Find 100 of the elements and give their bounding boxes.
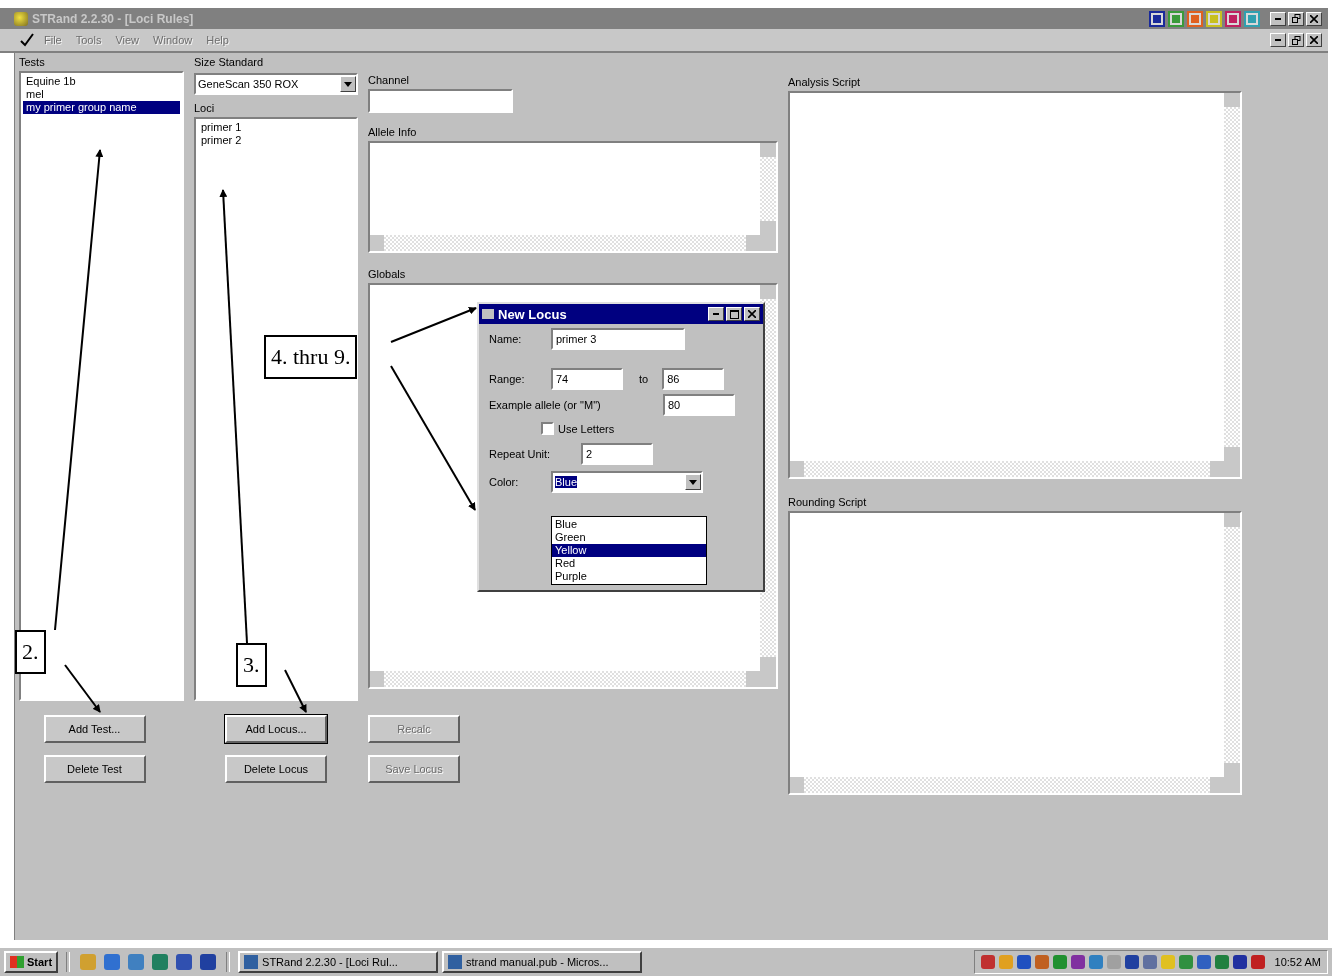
close-button[interactable]	[1306, 11, 1322, 26]
repeat-unit-field[interactable]: 2	[581, 443, 653, 465]
globals-label: Globals	[368, 267, 407, 282]
tests-label: Tests	[19, 55, 46, 70]
repeat-unit-label: Repeat Unit:	[489, 448, 552, 460]
close-icon	[1310, 14, 1318, 23]
annotation-arrow	[64, 664, 101, 713]
checkmark-icon	[20, 33, 34, 47]
channel-label: Channel	[368, 73, 410, 88]
maximize-button[interactable]	[726, 307, 742, 321]
scrollbar[interactable]	[760, 143, 776, 235]
restore-button[interactable]	[1288, 11, 1304, 26]
minimize-icon	[1275, 39, 1281, 41]
app-icon	[244, 955, 259, 969]
app-icon	[448, 955, 463, 969]
quick-launch-icon[interactable]	[176, 954, 193, 970]
close-icon	[1310, 36, 1318, 44]
scrollbar[interactable]	[1224, 93, 1240, 461]
list-item[interactable]: Equine 1b	[23, 75, 180, 88]
clock: 10:52 AM	[1274, 956, 1321, 968]
use-letters-label: Use Letters	[558, 422, 615, 435]
allele-info-label: Allele Info	[368, 125, 418, 140]
dropdown-option[interactable]: Green	[552, 531, 706, 544]
name-field[interactable]: primer 3	[551, 328, 685, 350]
range-label: Range:	[489, 373, 526, 385]
list-item[interactable]: mel	[23, 88, 180, 101]
analysis-script-label: Analysis Script	[788, 75, 862, 90]
scrollbar[interactable]	[370, 235, 776, 251]
quick-launch-icon[interactable]	[104, 954, 121, 970]
name-label: Name:	[489, 333, 523, 345]
maximize-icon	[729, 309, 739, 319]
loci-label: Loci	[194, 101, 216, 116]
allele-info-area[interactable]	[368, 141, 778, 253]
tray-icon[interactable]	[980, 955, 995, 969]
callout-label: 3.	[236, 643, 267, 687]
quick-launch-icon[interactable]	[128, 954, 145, 970]
rounding-script-area[interactable]	[788, 511, 1242, 795]
minimize-icon	[1275, 17, 1281, 20]
dropdown-option[interactable]: Yellow	[552, 544, 706, 557]
dropdown-option[interactable]: Purple	[552, 570, 706, 583]
close-icon	[748, 310, 756, 318]
scrollbar[interactable]	[790, 777, 1240, 793]
example-allele-label: Example allele (or "M")	[489, 399, 602, 411]
list-item[interactable]: my primer group name	[23, 101, 180, 114]
minimize-button[interactable]	[1270, 33, 1286, 47]
close-button[interactable]	[1306, 33, 1322, 47]
callout-label: 2.	[15, 630, 46, 674]
example-allele-field[interactable]: 80	[663, 394, 735, 416]
channel-field[interactable]	[368, 89, 513, 113]
restore-button[interactable]	[1288, 33, 1304, 47]
minimize-button[interactable]	[708, 307, 724, 321]
dropdown-option[interactable]: Blue	[552, 518, 706, 531]
tray-icon[interactable]	[1232, 955, 1247, 969]
list-item[interactable]: primer 1	[198, 121, 354, 134]
color-dropdown[interactable]: Blue	[551, 471, 703, 493]
window-icon	[482, 309, 494, 319]
tray-icon[interactable]	[1016, 955, 1031, 969]
checkbox[interactable]	[541, 422, 554, 435]
dropdown-option[interactable]: Red	[552, 557, 706, 570]
push-button[interactable]: Add Test...	[43, 715, 146, 743]
size-standard-dropdown[interactable]: GeneScan 350 ROX	[194, 73, 358, 95]
restore-icon	[1291, 35, 1301, 45]
push-button[interactable]: Delete Locus	[225, 755, 327, 783]
size-standard-label: Size Standard	[194, 55, 265, 70]
scrollbar[interactable]	[370, 671, 776, 687]
toolbar-icon[interactable]	[1225, 10, 1241, 27]
minimize-icon	[713, 313, 719, 315]
start-button[interactable]: Start	[4, 951, 59, 973]
toolbar-icon[interactable]	[1149, 10, 1165, 27]
dropdown-arrow-icon	[344, 81, 352, 87]
tray-icon[interactable]	[1070, 955, 1085, 969]
range-to-field[interactable]: 86	[662, 368, 725, 390]
minimize-button[interactable]	[1270, 11, 1286, 26]
push-button[interactable]: Delete Test	[43, 755, 146, 783]
quick-launch-icon[interactable]	[200, 954, 217, 970]
list-item[interactable]: primer 2	[198, 134, 354, 147]
tray-icon[interactable]	[1124, 955, 1139, 969]
dialog-title: New Locus	[498, 306, 568, 322]
annotation-arrow	[284, 669, 307, 713]
scrollbar[interactable]	[1224, 513, 1240, 777]
rounding-script-label: Rounding Script	[788, 495, 868, 510]
push-button[interactable]: Add Locus...	[225, 715, 327, 743]
windows-flag-icon	[10, 956, 24, 968]
quick-launch-icon[interactable]	[152, 954, 169, 970]
scrollbar[interactable]	[790, 461, 1240, 477]
tray-icon[interactable]	[1142, 955, 1157, 969]
window-title: STRand 2.2.30 - [Loci Rules]	[32, 11, 195, 26]
range-from-field[interactable]: 74	[551, 368, 623, 390]
restore-icon	[1291, 14, 1301, 23]
tray-icon[interactable]	[1196, 955, 1211, 969]
color-label: Color:	[489, 476, 520, 488]
app-icon	[14, 11, 28, 26]
to-label: to	[639, 373, 649, 385]
tray-icon[interactable]	[1214, 955, 1229, 969]
tray-icon[interactable]	[1250, 955, 1265, 969]
taskbar-button[interactable]: strand manual.pub - Micros...	[442, 951, 643, 973]
dropdown-arrow-icon	[689, 479, 697, 485]
callout-label: 4. thru 9.	[264, 335, 358, 379]
close-button[interactable]	[744, 307, 760, 321]
taskbar-button[interactable]: STRand 2.2.30 - [Loci Rul...	[238, 951, 439, 973]
